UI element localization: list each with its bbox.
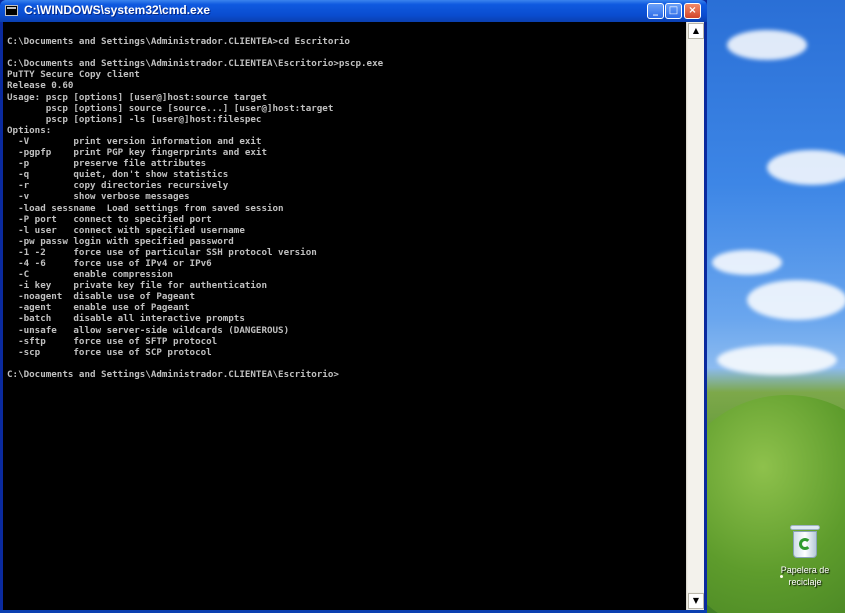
- recycle-bin-icon: [790, 525, 820, 559]
- console-line: -pw passw login with specified password: [7, 235, 234, 247]
- console-line: -v show verbose messages: [7, 191, 190, 203]
- console-line: -noagent disable use of Pageant: [7, 291, 196, 303]
- console-line: pscp [options] -ls [user@]host:filespec: [7, 113, 262, 125]
- scroll-thumb[interactable]: [688, 39, 704, 592]
- console-line: -scp force use of SCP protocol: [7, 346, 212, 358]
- minimize-button[interactable]: _: [647, 3, 664, 19]
- console-line: Options:: [7, 124, 52, 136]
- window-title: C:\WINDOWS\system32\cmd.exe: [24, 3, 211, 17]
- console-line: -r copy directories recursively: [7, 180, 229, 192]
- desktop-wallpaper: [707, 0, 845, 613]
- vertical-scrollbar[interactable]: ▲ ▼: [686, 22, 704, 610]
- console-line: Usage: pscp [options] [user@]host:source…: [7, 91, 267, 103]
- console-line: -l user connect with specified username: [7, 224, 245, 236]
- console-app-icon[interactable]: [5, 5, 18, 16]
- console-line: -C enable compression: [7, 269, 173, 281]
- console-line: PuTTY Secure Copy client: [7, 69, 140, 81]
- console-line: -V print version information and exit: [7, 135, 262, 147]
- console-line: C:\Documents and Settings\Administrador.…: [7, 58, 384, 70]
- console-line: -unsafe allow server-side wildcards (DAN…: [7, 324, 290, 336]
- cloud: [727, 30, 807, 60]
- console-text: C:\Documents and Settings\Administrador.…: [3, 22, 686, 380]
- console-line: C:\Documents and Settings\Administrador.…: [7, 36, 350, 48]
- console-line: -agent enable use of Pageant: [7, 302, 190, 314]
- console-output[interactable]: C:\Documents and Settings\Administrador.…: [3, 22, 686, 610]
- desktop-selection-dot: [780, 575, 783, 578]
- scroll-down-button[interactable]: ▼: [688, 593, 704, 609]
- console-line: -load sessname Load settings from saved …: [7, 202, 284, 214]
- cloud: [747, 280, 845, 320]
- title-bar[interactable]: C:\WINDOWS\system32\cmd.exe _ □ ×: [0, 0, 707, 22]
- maximize-button[interactable]: □: [665, 3, 682, 19]
- recycle-bin-desktop-icon[interactable]: Papelera de reciclaje: [770, 525, 840, 588]
- scroll-up-button[interactable]: ▲: [688, 23, 704, 39]
- console-line: -i key private key file for authenticati…: [7, 280, 267, 292]
- console-line: Release 0.60: [7, 80, 74, 92]
- cmd-window: C:\WINDOWS\system32\cmd.exe _ □ × C:\Doc…: [0, 0, 707, 613]
- cloud: [717, 345, 837, 375]
- console-line: -pgpfp print PGP key fingerprints and ex…: [7, 147, 267, 159]
- console-line: -p preserve file attributes: [7, 158, 207, 170]
- console-line: -1 -2 force use of particular SSH protoc…: [7, 246, 317, 258]
- console-line: C:\Documents and Settings\Administrador.…: [7, 368, 339, 380]
- cloud: [767, 150, 845, 185]
- console-line: pscp [options] source [source...] [user@…: [7, 102, 334, 114]
- console-line: -q quiet, don't show statistics: [7, 169, 229, 181]
- console-line: -P port connect to specified port: [7, 213, 212, 225]
- close-button[interactable]: ×: [684, 3, 701, 19]
- console-line: -4 -6 force use of IPv4 or IPv6: [7, 257, 212, 269]
- cloud: [712, 250, 782, 275]
- console-line: -sftp force use of SFTP protocol: [7, 335, 218, 347]
- console-line: -batch disable all interactive prompts: [7, 313, 245, 325]
